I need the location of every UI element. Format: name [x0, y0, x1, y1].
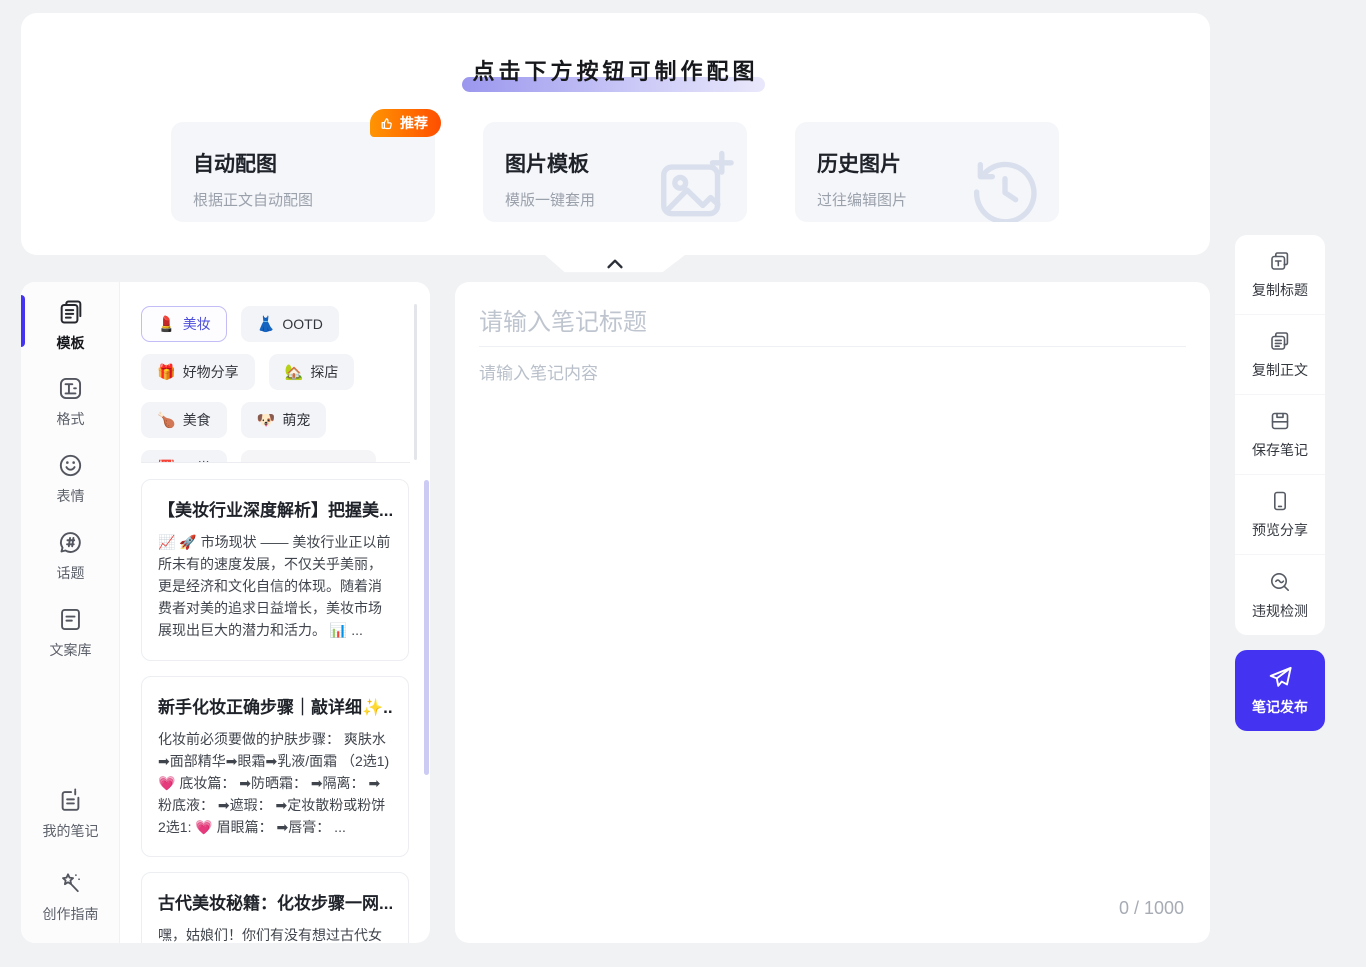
auto-image-title: 自动配图	[193, 148, 435, 178]
lipstick-emoji-icon: 💄	[157, 315, 176, 333]
auto-image-subtitle: 根据正文自动配图	[193, 189, 435, 210]
sidebar-item-label: 话题	[57, 563, 85, 583]
image-tools-panel: 点击下方按钮可制作配图 推荐 自动配图 根据正文自动配图 图片模板 模版一键套用	[21, 13, 1210, 255]
sidebar-item-format[interactable]: 格式	[21, 375, 120, 429]
house-emoji-icon: 🏡	[285, 363, 304, 381]
violation-check-button[interactable]: 违规检测	[1235, 555, 1325, 635]
category-chip-daily[interactable]: 📅 日常	[141, 450, 227, 462]
template-title: 古代美妆秘籍：化妆步骤一网...	[158, 889, 392, 914]
template-list-scrollbar-thumb[interactable]	[424, 480, 429, 775]
copy-body-button[interactable]: 复制正文	[1235, 315, 1325, 395]
category-chip-label: 美食	[183, 410, 211, 430]
sidebar-item-label: 格式	[57, 409, 85, 429]
chevron-up-icon	[604, 255, 626, 271]
sidebar-item-label: 文案库	[50, 640, 92, 660]
gift-emoji-icon: 🎁	[157, 363, 176, 381]
action-label: 复制标题	[1252, 280, 1308, 300]
category-chip-label: 好物分享	[183, 362, 239, 382]
format-icon	[57, 375, 84, 402]
paper-plane-icon	[1267, 664, 1294, 691]
category-chip-food[interactable]: 🍗 美食	[141, 402, 227, 438]
publish-note-button[interactable]: 笔记发布	[1235, 650, 1325, 731]
image-template-card[interactable]: 图片模板 模版一键套用	[483, 122, 747, 222]
category-chip-goods[interactable]: 🎁 好物分享	[141, 354, 255, 390]
dress-emoji-icon: 👗	[257, 315, 276, 333]
category-chip-beauty[interactable]: 💄 美妆	[141, 306, 227, 342]
image-tools-heading: 点击下方按钮可制作配图	[21, 54, 1210, 86]
category-chip-store[interactable]: 🏡 探店	[269, 354, 355, 390]
template-body: 📈 🚀 市场现状 —— 美妆行业正以前所未有的速度发展，不仅关乎美丽，更是经济和…	[158, 531, 392, 642]
sidebar-item-my-notes[interactable]: 我的笔记	[21, 787, 120, 841]
template-list: 【美妆行业深度解析】把握美... 📈 🚀 市场现状 —— 美妆行业正以前所未有的…	[121, 463, 430, 943]
emoji-icon	[57, 452, 84, 479]
preview-share-button[interactable]: 预览分享	[1235, 475, 1325, 555]
sidebar-item-topic[interactable]: 话题	[21, 529, 120, 583]
templates-icon	[57, 298, 85, 326]
category-chips: 💄 美妆 👗 OOTD 🎁 好物分享 🏡 探店 🍗 美食	[121, 282, 430, 462]
action-label: 保存笔记	[1252, 440, 1308, 460]
save-icon	[1268, 409, 1292, 433]
category-chip-label: 探店	[310, 362, 338, 382]
dog-emoji-icon: 🐶	[257, 411, 276, 429]
publish-button-label: 笔记发布	[1252, 697, 1308, 717]
note-editor-panel: 0 / 1000	[455, 282, 1210, 943]
action-label: 预览分享	[1252, 520, 1308, 540]
collapse-panel-button[interactable]	[545, 255, 685, 273]
image-plus-icon	[653, 142, 739, 222]
char-counter: 0 / 1000	[1119, 898, 1184, 919]
auto-image-card[interactable]: 自动配图 根据正文自动配图	[171, 122, 435, 222]
magic-star-icon	[57, 870, 84, 897]
template-body: 化妆前必须要做的护肤步骤： 爽肤水➡面部精华➡眼霜➡乳液/面霜 （2选1) 💗 …	[158, 728, 392, 839]
drumstick-emoji-icon: 🍗	[157, 411, 176, 429]
sidebar-item-guide[interactable]: 创作指南	[21, 870, 120, 924]
scan-magnifier-icon	[1268, 570, 1292, 594]
save-note-button[interactable]: 保存笔记	[1235, 395, 1325, 475]
action-label: 复制正文	[1252, 360, 1308, 380]
divider	[479, 346, 1186, 347]
sidebar-item-label: 表情	[57, 486, 85, 506]
chips-scrollbar-thumb[interactable]	[414, 304, 417, 460]
sidebar-item-label: 我的笔记	[43, 821, 99, 841]
template-card-makeup-steps[interactable]: 新手化妆正确步骤｜敲详细✨... 化妆前必须要做的护肤步骤： 爽肤水➡面部精华➡…	[141, 676, 409, 858]
copywriting-doc-icon	[57, 606, 84, 633]
note-editor-page: 点击下方按钮可制作配图 推荐 自动配图 根据正文自动配图 图片模板 模版一键套用	[0, 0, 1366, 967]
template-card-ancient-beauty[interactable]: 古代美妆秘籍：化妆步骤一网... 嘿，姑娘们！你们有没有想过古代女子是怎么化妆的…	[141, 872, 409, 943]
note-title-input[interactable]	[479, 300, 1186, 346]
category-chip-label: 美妆	[183, 314, 211, 334]
sidebar-item-copywriting[interactable]: 文案库	[21, 606, 120, 660]
category-chip-label: OOTD	[282, 316, 322, 332]
history-images-card[interactable]: 历史图片 过往编辑图片	[795, 122, 1059, 222]
category-chip-ootd[interactable]: 👗 OOTD	[241, 306, 339, 342]
templates-sidebar-panel: 模板 格式	[21, 282, 430, 943]
copy-title-button[interactable]: 复制标题	[1235, 235, 1325, 315]
note-content-input[interactable]	[479, 360, 1186, 900]
phone-icon	[1268, 489, 1292, 513]
template-title: 新手化妆正确步骤｜敲详细✨...	[158, 693, 392, 718]
sidebar-item-label: 模板	[57, 333, 85, 353]
note-actions-rail: 复制标题 复制正文 保存笔记	[1235, 235, 1325, 635]
template-card-industry[interactable]: 【美妆行业深度解析】把握美... 📈 🚀 市场现状 —— 美妆行业正以前所未有的…	[141, 479, 409, 661]
copy-title-icon	[1268, 249, 1292, 273]
recommend-badge: 推荐	[370, 109, 441, 137]
image-tools-title: 点击下方按钮可制作配图	[472, 59, 758, 84]
sidebar-item-emoji[interactable]: 表情	[21, 452, 120, 506]
my-notes-icon	[57, 787, 84, 814]
sidebar-item-label: 创作指南	[43, 904, 99, 924]
template-title: 【美妆行业深度解析】把握美...	[158, 496, 392, 521]
templates-content: 💄 美妆 👗 OOTD 🎁 好物分享 🏡 探店 🍗 美食	[121, 282, 430, 943]
category-chip-pets[interactable]: 🐶 萌宠	[241, 402, 327, 438]
hashtag-bubble-icon	[57, 529, 84, 556]
recommend-badge-label: 推荐	[400, 113, 428, 133]
action-label: 违规检测	[1252, 601, 1308, 621]
template-body: 嘿，姑娘们！你们有没有想过古代女子是怎么化妆的呢? 来，我今天就来...	[158, 924, 392, 943]
thumbs-up-icon	[380, 116, 395, 131]
sidebar-nav: 模板 格式	[21, 282, 120, 943]
category-chip-clipped[interactable]	[241, 450, 376, 462]
copy-body-icon	[1268, 329, 1292, 353]
history-clock-icon	[965, 152, 1045, 222]
category-chip-label: 萌宠	[282, 410, 310, 430]
sidebar-item-templates[interactable]: 模板	[21, 298, 120, 353]
